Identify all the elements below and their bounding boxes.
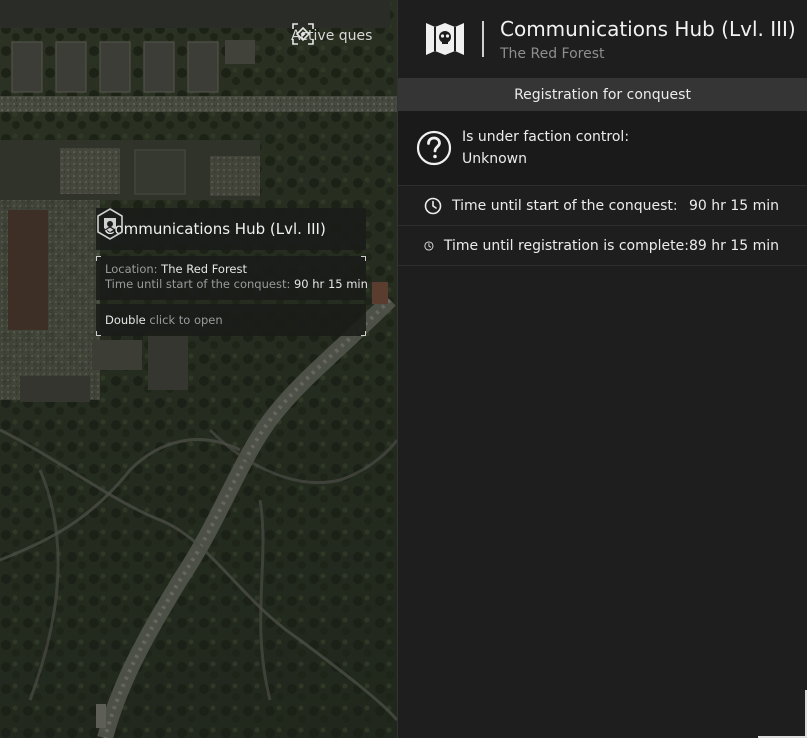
faction-banner-icon	[426, 23, 464, 55]
communications-hub-icon	[97, 208, 123, 240]
tooltip-header: Communications Hub (Lvl. III)	[96, 208, 366, 250]
location-value: The Red Forest	[161, 262, 248, 276]
conquest-info-panel: Communications Hub (Lvl. III) The Red Fo…	[397, 0, 807, 738]
header-separator	[482, 21, 484, 57]
tooltip-details: Location: The Red Forest Time until star…	[96, 256, 368, 300]
question-icon	[416, 130, 452, 166]
timer-value: 90 hr 15 min	[688, 197, 779, 214]
active-quests-tracker[interactable]: Active ques	[291, 22, 397, 50]
conquest-start-timer: Time until start of the conquest: 90 hr …	[398, 186, 807, 226]
start-time-value: 90 hr 15 min	[293, 277, 368, 291]
start-time-label: Time until start of the conquest:	[105, 277, 291, 291]
faction-control-row: Is under faction control: Unknown	[398, 111, 807, 186]
tooltip-title: Communications Hub (Lvl. III)	[104, 220, 326, 238]
header-text: Communications Hub (Lvl. III) The Red Fo…	[500, 17, 796, 62]
registration-complete-timer: Time until registration is complete: 89 …	[398, 226, 807, 266]
faction-control-label: Is under faction control:	[462, 129, 630, 145]
tooltip-start-time: Time until start of the conquest: 90 hr …	[105, 277, 368, 292]
clock-icon	[424, 197, 442, 214]
panel-corner-bracket	[799, 690, 807, 738]
location-label: Location:	[105, 262, 158, 276]
panel-header: Communications Hub (Lvl. III) The Red Fo…	[398, 0, 807, 78]
clock-icon	[424, 240, 434, 251]
timer-label: Time until start of the conquest:	[452, 197, 678, 214]
timer-value: 89 hr 15 min	[688, 237, 779, 254]
quest-marker-icon	[292, 23, 314, 45]
faction-control-text: Is under faction control: Unknown	[462, 126, 629, 170]
tooltip-location: Location: The Red Forest	[105, 262, 357, 277]
registration-band[interactable]: Registration for conquest	[398, 78, 807, 111]
hint-rest: click to open	[149, 313, 223, 327]
panel-subtitle: The Red Forest	[500, 45, 605, 62]
map-tooltip: Communications Hub (Lvl. III) Location: …	[96, 208, 368, 336]
timer-label: Time until registration is complete:	[443, 237, 689, 254]
hint-strong: Double	[105, 313, 146, 327]
tooltip-hint: Double click to open	[96, 304, 366, 336]
panel-title: Communications Hub (Lvl. III)	[500, 16, 796, 41]
faction-control-value: Unknown	[462, 151, 527, 167]
